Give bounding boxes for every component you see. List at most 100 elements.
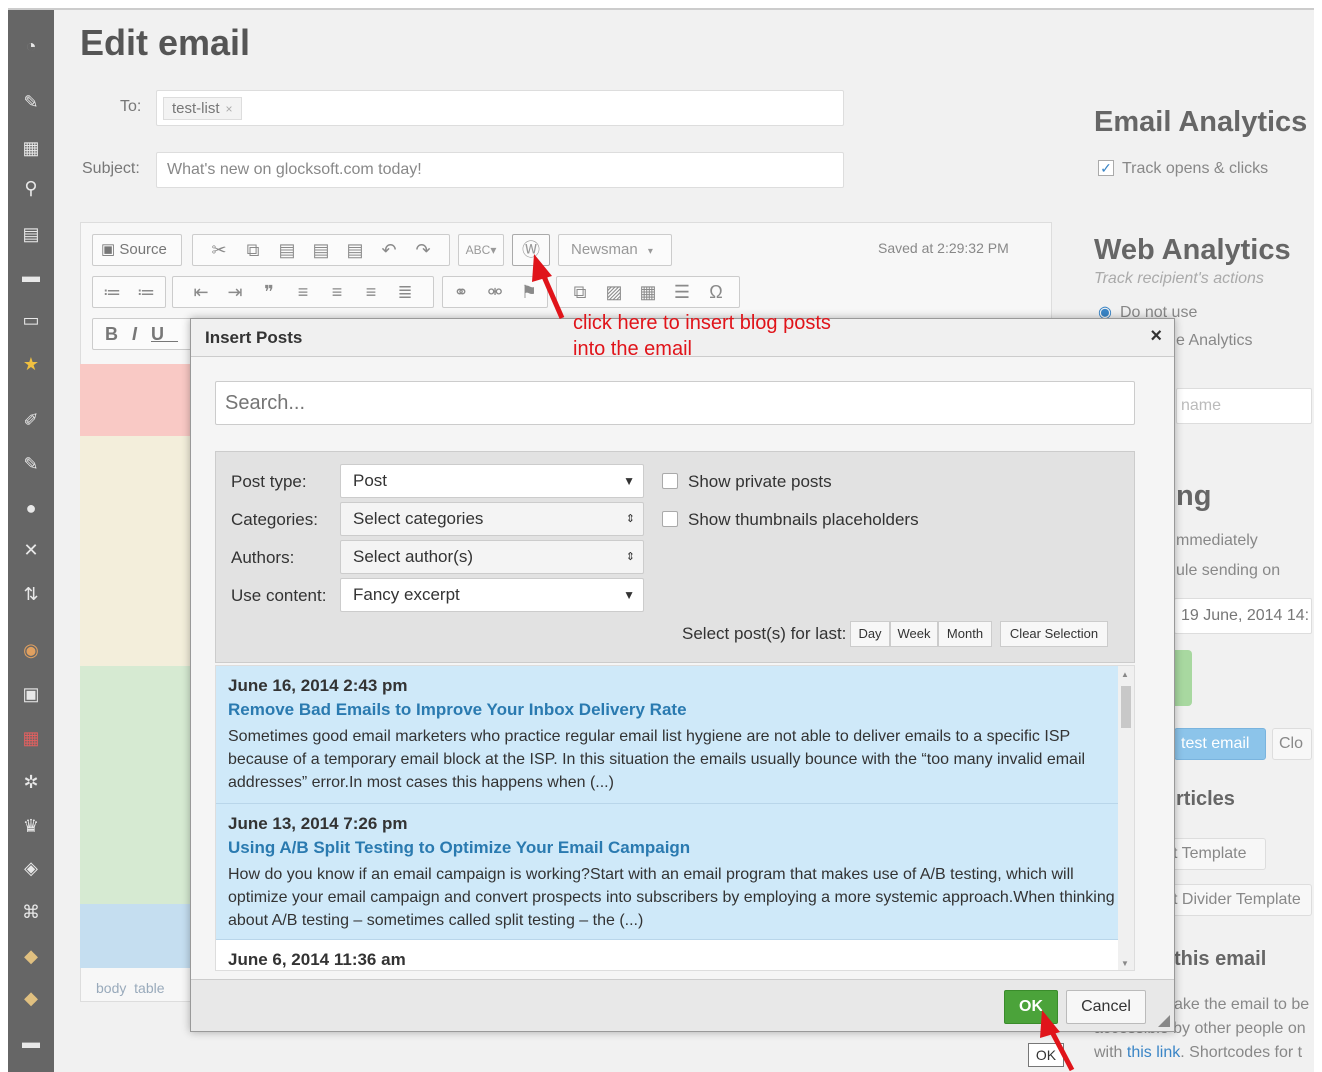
template-button[interactable]: t Template xyxy=(1166,838,1266,870)
undo-icon[interactable]: ↶ xyxy=(372,235,406,265)
show-thumbnails-checkbox[interactable]: Show thumbnails placeholders xyxy=(662,510,919,530)
recipient-tag[interactable]: test-list × xyxy=(163,97,242,120)
paste-text-icon[interactable]: ▤ xyxy=(304,235,338,265)
align-left-icon[interactable]: ≡ xyxy=(286,277,320,307)
send-button[interactable] xyxy=(1174,650,1192,706)
close-icon[interactable]: × xyxy=(1150,325,1162,348)
subject-field[interactable]: What's new on glocksoft.com today! xyxy=(156,152,844,188)
show-private-checkbox[interactable]: Show private posts xyxy=(662,472,832,492)
copy-icon[interactable]: ⧉ xyxy=(236,235,270,265)
spellcheck-button[interactable]: ABC▾ xyxy=(458,234,504,266)
post-search-input[interactable] xyxy=(215,381,1135,425)
list-item[interactable]: June 6, 2014 11:36 am xyxy=(216,940,1128,970)
numbered-list-icon[interactable]: ≔ xyxy=(95,277,129,307)
indent-icon[interactable]: ⇥ xyxy=(218,277,252,307)
special-char-icon[interactable]: Ω xyxy=(699,277,733,307)
comments-icon[interactable]: ▬ xyxy=(21,266,41,286)
calendar-icon[interactable]: ▦ xyxy=(21,728,41,748)
link-insert-icon[interactable]: ⚭ xyxy=(444,277,478,307)
extension2-icon[interactable]: ◆ xyxy=(21,988,41,1008)
forms-icon[interactable]: ▣ xyxy=(21,684,41,704)
crown-icon[interactable]: ♛ xyxy=(21,816,41,836)
network-icon[interactable]: ⌘ xyxy=(21,902,41,922)
ok-button[interactable]: OK xyxy=(1004,990,1058,1024)
outdent-icon[interactable]: ⇤ xyxy=(184,277,218,307)
send-test-email-button[interactable]: test email xyxy=(1174,728,1266,760)
use-content-select[interactable]: Fancy excerpt ▼ xyxy=(340,578,644,612)
pin-icon[interactable]: ✎ xyxy=(21,92,41,112)
import-icon[interactable]: ⇅ xyxy=(21,584,41,604)
template-icon[interactable]: ⧉ xyxy=(563,277,597,307)
extension-icon[interactable]: ◆ xyxy=(21,946,41,966)
cut-icon[interactable]: ✂ xyxy=(202,235,236,265)
align-right-icon[interactable]: ≡ xyxy=(354,277,388,307)
link-icon[interactable]: ⚲ xyxy=(21,178,41,198)
campaign-name-input[interactable]: name xyxy=(1176,388,1312,424)
plugin-logo-icon[interactable]: ◉ xyxy=(21,640,41,660)
categories-label: Categories: xyxy=(231,510,318,529)
settings-icon[interactable]: ✲ xyxy=(21,772,41,792)
this-link[interactable]: this link xyxy=(1127,1044,1180,1061)
blockquote-icon[interactable]: ❞ xyxy=(252,277,286,307)
day-button[interactable]: Day xyxy=(850,621,890,647)
to-field[interactable]: test-list × xyxy=(156,90,844,126)
source-icon: ▣ xyxy=(101,241,116,258)
divider-template-button[interactable]: t Divider Template xyxy=(1166,884,1312,916)
appearance-icon[interactable]: ✐ xyxy=(21,410,41,430)
categories-select[interactable]: Select categories ⇕ xyxy=(340,502,644,536)
posts-scrollbar[interactable]: ▲ ▼ xyxy=(1118,666,1134,970)
collapse-icon[interactable]: ▬ xyxy=(21,1032,41,1052)
scroll-down-icon[interactable]: ▼ xyxy=(1121,959,1129,968)
star-icon[interactable]: ★ xyxy=(21,354,41,374)
image-icon[interactable]: ▨ xyxy=(597,277,631,307)
bullet-list-icon[interactable]: ≔ xyxy=(129,277,163,307)
track-opens-checkbox[interactable]: ✓ Track opens & clicks xyxy=(1098,160,1268,178)
source-button[interactable]: ▣ Source xyxy=(92,234,182,266)
cancel-button[interactable]: Cancel xyxy=(1066,990,1146,1024)
paste-word-icon[interactable]: ▤ xyxy=(338,235,372,265)
anchor-flag-icon[interactable]: ⚑ xyxy=(512,277,546,307)
dashboard-icon[interactable]: ◔ xyxy=(21,36,41,56)
table-icon[interactable]: ▦ xyxy=(631,277,665,307)
insert-posts-button[interactable]: Ⓦ xyxy=(512,234,550,266)
send-immediately-option[interactable]: mmediately xyxy=(1176,532,1258,550)
pages-icon[interactable]: ▤ xyxy=(21,224,41,244)
analytics-option[interactable]: e Analytics xyxy=(1176,332,1252,350)
remove-tag-icon[interactable]: × xyxy=(226,102,233,116)
insert-posts-dialog: Insert Posts × Post type: Post▼ Categori… xyxy=(190,318,1175,1032)
tools-icon[interactable]: ✕ xyxy=(21,540,41,560)
users-icon[interactable]: ● xyxy=(21,498,41,518)
list-item[interactable]: June 13, 2014 7:26 pm Using A/B Split Te… xyxy=(216,804,1128,940)
redo-icon[interactable]: ↷ xyxy=(406,235,440,265)
underline-icon[interactable]: U xyxy=(151,324,178,344)
align-center-icon[interactable]: ≡ xyxy=(320,277,354,307)
authors-select[interactable]: Select author(s) ⇕ xyxy=(340,540,644,574)
justify-icon[interactable]: ≣ xyxy=(388,277,422,307)
path-table[interactable]: table xyxy=(134,980,164,996)
post-title[interactable]: Using A/B Split Testing to Optimize Your… xyxy=(228,838,1116,858)
resize-handle[interactable] xyxy=(1158,1015,1170,1027)
schedule-date-input[interactable]: 19 June, 2014 14: xyxy=(1174,598,1312,634)
list-item[interactable]: June 16, 2014 2:43 pm Remove Bad Emails … xyxy=(216,666,1128,804)
use-content-label: Use content: xyxy=(231,586,327,605)
close-button[interactable]: Clo xyxy=(1272,728,1312,760)
scroll-thumb[interactable] xyxy=(1121,686,1131,728)
italic-icon[interactable]: I xyxy=(132,324,151,344)
paste-icon[interactable]: ▤ xyxy=(270,235,304,265)
shield-icon[interactable]: ◈ xyxy=(21,858,41,878)
post-type-select[interactable]: Post ▼ xyxy=(340,464,644,498)
clear-selection-button[interactable]: Clear Selection xyxy=(1000,621,1108,647)
unlink-icon[interactable]: ⚮ xyxy=(478,277,512,307)
plugins-icon[interactable]: ✎ xyxy=(21,454,41,474)
format-dropdown[interactable]: Newsman ▾ xyxy=(558,234,672,266)
path-body[interactable]: body xyxy=(96,980,126,996)
week-button[interactable]: Week xyxy=(890,621,938,647)
scroll-up-icon[interactable]: ▲ xyxy=(1121,670,1129,679)
newsletter-icon[interactable]: ▭ xyxy=(21,310,41,330)
schedule-option[interactable]: ule sending on xyxy=(1176,562,1280,580)
month-button[interactable]: Month xyxy=(938,621,992,647)
hr-icon[interactable]: ☰ xyxy=(665,277,699,307)
bold-icon[interactable]: B xyxy=(105,324,132,344)
media-icon[interactable]: ▦ xyxy=(21,138,41,158)
post-title[interactable]: Remove Bad Emails to Improve Your Inbox … xyxy=(228,700,1116,720)
